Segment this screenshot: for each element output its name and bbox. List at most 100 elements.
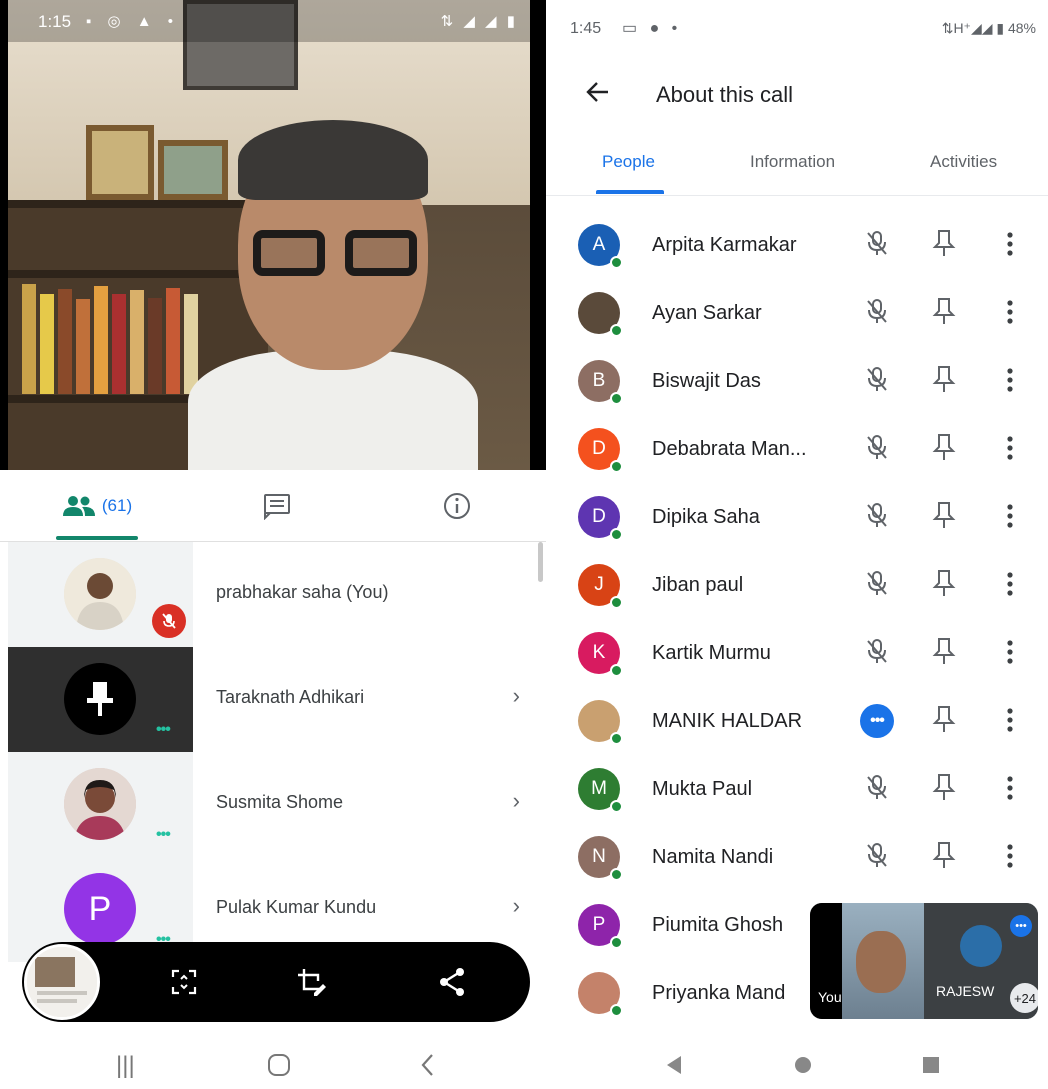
chevron-right-icon: › [512, 683, 520, 708]
tab-chat[interactable] [250, 470, 304, 542]
avatar: P [578, 904, 623, 949]
participant-name: Debabrata Man... [652, 438, 807, 460]
mic-off-icon[interactable] [862, 840, 892, 870]
chevron-right-icon: › [512, 893, 520, 918]
more-vert-icon[interactable] [1004, 366, 1016, 394]
back-nav-icon[interactable] [664, 1054, 684, 1081]
status-time: 1:15 [38, 12, 72, 31]
participant-row[interactable]: K Kartik Murmu [546, 618, 1048, 686]
more-vert-icon[interactable] [1004, 230, 1016, 258]
avatar [64, 768, 136, 840]
home-icon[interactable] [266, 1052, 292, 1085]
participant-row[interactable]: J Jiban paul [546, 550, 1048, 618]
avatar-initial: M [591, 778, 607, 799]
self-video-tile: You [810, 903, 924, 1019]
online-indicator [610, 732, 623, 745]
speaking-icon: ••• [860, 704, 894, 738]
video-scene [8, 0, 530, 470]
mic-off-icon[interactable] [862, 296, 892, 326]
avatar-initial: K [592, 642, 606, 663]
scroll-capture-button[interactable] [164, 962, 204, 1002]
speaker-video[interactable]: 1:15 ▪ ◎ ▲ • ⇅ ◢ ◢ ▮ [0, 0, 546, 470]
people-icon [62, 496, 95, 516]
tab-info[interactable] [430, 470, 484, 542]
pin-icon[interactable] [930, 500, 958, 530]
online-indicator [610, 324, 623, 337]
mic-off-icon[interactable] [862, 636, 892, 666]
pin-icon[interactable] [930, 364, 958, 394]
recent-apps-icon[interactable]: ||| [116, 1052, 135, 1080]
tab-people[interactable]: People [602, 152, 655, 172]
avatar-initial: D [592, 506, 606, 527]
participant-row[interactable]: D Dipika Saha [546, 482, 1048, 550]
more-vert-icon[interactable] [1004, 434, 1016, 462]
scrollbar[interactable] [538, 542, 543, 582]
participant-row[interactable]: B Biswajit Das [546, 346, 1048, 414]
avatar: B [578, 360, 623, 405]
pin-icon[interactable] [930, 432, 958, 462]
avatar-initial: D [592, 438, 606, 459]
screenshot-toolbar [22, 942, 530, 1022]
screenshot-thumbnail[interactable] [24, 944, 100, 1020]
pin-icon[interactable] [930, 840, 958, 870]
participant-row[interactable]: M Mukta Paul [546, 754, 1048, 822]
pin-icon[interactable] [930, 228, 958, 258]
pin-icon[interactable] [930, 704, 958, 734]
share-button[interactable] [432, 962, 472, 1002]
participant-row[interactable]: Ayan Sarkar [546, 278, 1048, 346]
notification-icons: ▪ ◎ ▲ • [86, 13, 180, 30]
participant-row[interactable]: D Debabrata Man... [546, 414, 1048, 482]
app-bar: About this call [546, 60, 1048, 128]
avatar-initial: A [592, 234, 606, 255]
pin-icon[interactable] [930, 296, 958, 326]
avatar: P [64, 873, 136, 945]
more-vert-icon[interactable] [1004, 774, 1016, 802]
avatar [578, 292, 623, 337]
participant-name: MANIK HALDAR [652, 710, 803, 732]
more-vert-icon[interactable] [1004, 570, 1016, 598]
tab-activities[interactable]: Activities [930, 152, 997, 172]
share-icon [440, 968, 464, 996]
more-vert-icon[interactable] [1004, 638, 1016, 666]
tab-information[interactable]: Information [750, 152, 835, 172]
pin-icon[interactable] [930, 772, 958, 802]
system-nav-bar [546, 1040, 1048, 1089]
mic-off-icon[interactable] [862, 500, 892, 530]
back-button[interactable] [582, 76, 614, 108]
recent-apps-icon[interactable] [920, 1054, 942, 1081]
more-vert-icon[interactable] [1004, 842, 1016, 870]
participant-row[interactable]: ••• Taraknath Adhikari › [8, 647, 538, 752]
participant-row[interactable]: N Namita Nandi [546, 822, 1048, 890]
pin-icon[interactable] [930, 568, 958, 598]
online-indicator [610, 936, 623, 949]
avatar: D [578, 428, 623, 473]
mic-off-icon[interactable] [862, 228, 892, 258]
tab-indicator [596, 190, 664, 194]
participant-name: Pulak Kumar Kundu [216, 897, 377, 917]
participant-row[interactable]: ••• Susmita Shome › [8, 752, 538, 857]
pin-icon [87, 682, 113, 716]
tab-people[interactable]: (61) [56, 470, 138, 542]
avatar: A [578, 224, 623, 269]
mic-off-icon[interactable] [862, 772, 892, 802]
participant-row[interactable]: A Arpita Karmakar [546, 210, 1048, 278]
panel-tabs: (61) [0, 470, 546, 542]
participant-row[interactable]: MANIK HALDAR ••• [546, 686, 1048, 754]
online-indicator [610, 256, 623, 269]
mic-off-icon[interactable] [862, 568, 892, 598]
mic-off-icon[interactable] [862, 432, 892, 462]
call-pip-window[interactable]: You ••• RAJESW +24 [810, 903, 1038, 1019]
pin-icon[interactable] [930, 636, 958, 666]
participant-row[interactable]: prabhakar saha (You) [8, 542, 538, 647]
participant-name: Ayan Sarkar [652, 302, 762, 324]
back-nav-icon[interactable] [418, 1052, 438, 1085]
avatar: N [578, 836, 623, 881]
more-vert-icon[interactable] [1004, 502, 1016, 530]
home-icon[interactable] [792, 1054, 814, 1081]
online-indicator [610, 528, 623, 541]
mic-off-icon[interactable] [862, 364, 892, 394]
participant-name: prabhakar saha (You) [216, 582, 389, 602]
edit-screenshot-button[interactable] [292, 962, 332, 1002]
more-vert-icon[interactable] [1004, 706, 1016, 734]
more-vert-icon[interactable] [1004, 298, 1016, 326]
